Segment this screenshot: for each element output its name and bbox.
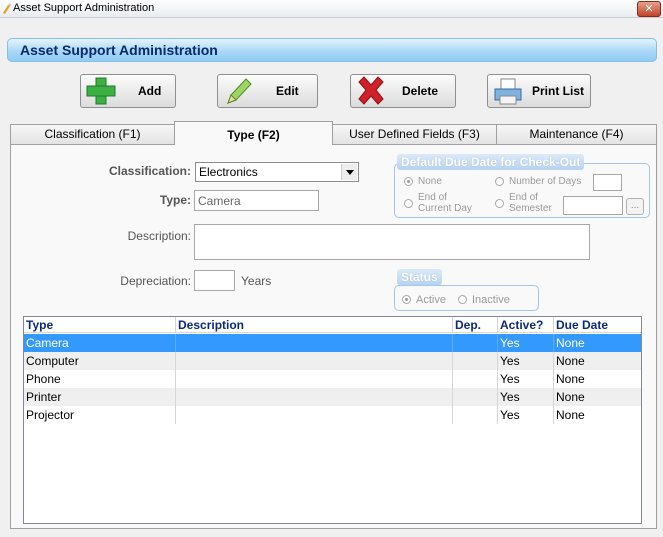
print-list-button[interactable]: Print List — [487, 74, 591, 108]
cell-due-date: None — [556, 408, 585, 422]
classification-label: Classification: — [108, 164, 191, 178]
cell-active: Yes — [498, 388, 554, 406]
classification-select[interactable]: Electronics — [195, 162, 359, 182]
cell-type: Computer — [24, 352, 176, 370]
section-header: Asset Support Administration — [7, 38, 657, 62]
window-title-bar: Asset Support Administration ✕ — [0, 0, 663, 18]
type-input[interactable]: Camera — [194, 190, 319, 211]
browse-button[interactable]: ... — [626, 198, 644, 215]
print-list-button-label: Print List — [532, 84, 585, 98]
radio-end-of-current-day-label-1: End of — [418, 192, 447, 203]
cell-due-date: None — [556, 372, 585, 386]
cell-due-date: None — [556, 354, 585, 368]
type-label: Type: — [159, 193, 191, 207]
classification-value: Electronics — [199, 165, 258, 179]
add-icon — [86, 77, 116, 105]
radio-number-of-days-label: Number of Days — [509, 176, 582, 187]
delete-button-label: Delete — [402, 84, 439, 98]
column-header-type[interactable]: Type — [24, 317, 176, 333]
depreciation-input[interactable] — [194, 270, 235, 291]
table-header: Type Description Dep. Active? Due Date — [24, 317, 641, 333]
edit-button-label: Edit — [276, 84, 299, 98]
cell-description — [176, 388, 453, 406]
cell-type: Camera — [24, 334, 176, 352]
cell-active: Yes — [498, 406, 554, 424]
number-of-days-input[interactable] — [593, 174, 622, 191]
table-row[interactable]: Projector Yes None — [24, 406, 641, 424]
cell-type: Printer — [24, 388, 176, 406]
radio-end-of-current-day-label-2: Current Day — [418, 203, 472, 214]
tab-type[interactable]: Type (F2) — [174, 121, 333, 145]
cell-dep — [453, 406, 498, 424]
semester-date-input[interactable] — [563, 196, 623, 215]
table-row[interactable]: Computer Yes None — [24, 352, 641, 370]
table-row[interactable]: Phone Yes None — [24, 370, 641, 388]
app-icon — [3, 3, 11, 14]
cell-description — [176, 406, 453, 424]
status-group-title: Status — [397, 269, 442, 285]
radio-number-of-days[interactable] — [495, 177, 504, 186]
radio-none-label: None — [418, 176, 442, 187]
types-table: Type Description Dep. Active? Due Date C… — [23, 316, 642, 524]
pencil-icon — [227, 78, 252, 104]
chevron-down-icon[interactable] — [341, 164, 357, 180]
column-header-description[interactable]: Description — [176, 317, 453, 333]
cell-dep — [453, 388, 498, 406]
tab-classification[interactable]: Classification (F1) — [10, 124, 175, 144]
cell-due-date: None — [556, 336, 585, 350]
cell-description — [176, 352, 453, 370]
table-row[interactable]: Printer Yes None — [24, 388, 641, 406]
add-button[interactable]: Add — [80, 74, 176, 108]
radio-end-of-semester-label-2: Semester — [509, 203, 552, 214]
cell-dep — [453, 334, 498, 352]
add-button-label: Add — [138, 84, 162, 98]
column-header-dep[interactable]: Dep. — [453, 317, 498, 333]
tab-user-defined-fields[interactable]: User Defined Fields (F3) — [332, 124, 497, 144]
cell-active: Yes — [498, 334, 554, 352]
radio-end-of-current-day[interactable] — [404, 199, 413, 208]
section-header-title: Asset Support Administration — [20, 42, 218, 58]
radio-active-label: Active — [416, 294, 446, 306]
delete-button[interactable]: Delete — [350, 74, 456, 108]
close-button[interactable]: ✕ — [637, 1, 661, 17]
window-title: Asset Support Administration — [13, 2, 155, 14]
printer-icon — [494, 78, 522, 105]
description-label: Description: — [127, 229, 191, 243]
due-date-group-title: Default Due Date for Check-Out — [397, 154, 585, 170]
cell-dep — [453, 370, 498, 388]
years-label: Years — [241, 274, 272, 288]
description-input[interactable] — [194, 224, 590, 260]
edit-button[interactable]: Edit — [217, 74, 318, 108]
tab-maintenance[interactable]: Maintenance (F4) — [496, 124, 657, 144]
cell-type: Phone — [24, 370, 176, 388]
radio-inactive[interactable] — [458, 295, 467, 304]
cell-active: Yes — [498, 370, 554, 388]
radio-active[interactable] — [402, 295, 411, 304]
radio-inactive-label: Inactive — [472, 294, 510, 306]
radio-end-of-semester-label-1: End of — [509, 192, 538, 203]
column-header-active[interactable]: Active? — [498, 317, 554, 333]
cell-type: Projector — [24, 406, 176, 424]
radio-end-of-semester[interactable] — [495, 199, 504, 208]
cell-active: Yes — [498, 352, 554, 370]
cell-dep — [453, 352, 498, 370]
cell-due-date: None — [556, 390, 585, 404]
column-header-due-date[interactable]: Due Date — [554, 317, 641, 333]
radio-none[interactable] — [404, 177, 413, 186]
table-row[interactable]: Camera Yes None — [24, 334, 641, 352]
cell-description — [176, 334, 453, 352]
delete-x-icon — [358, 76, 384, 105]
depreciation-label: Depreciation: — [120, 274, 191, 288]
cell-description — [176, 370, 453, 388]
type-input-value: Camera — [198, 194, 241, 208]
